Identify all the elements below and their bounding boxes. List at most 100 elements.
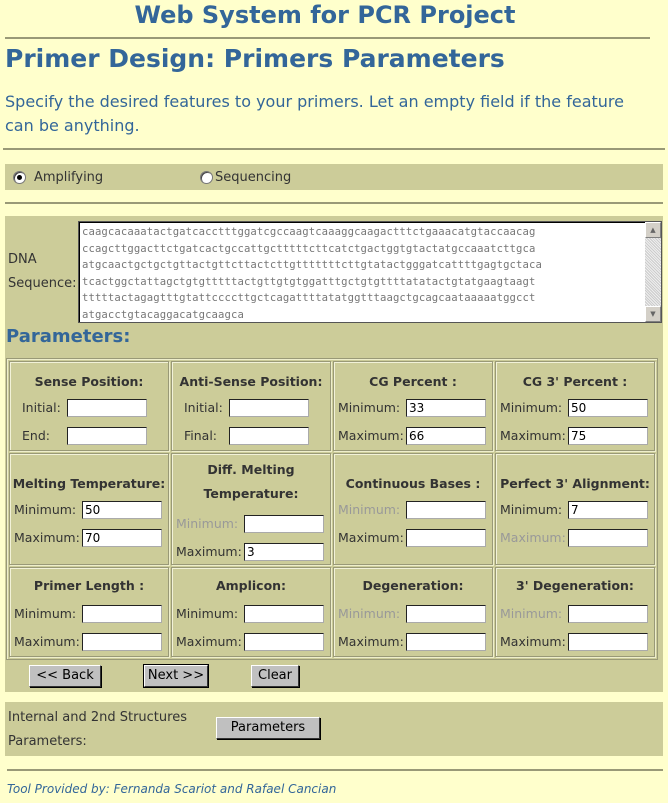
parameters-button[interactable]: Parameters	[216, 717, 320, 739]
amplicon-min-input[interactable]	[244, 605, 324, 623]
dna-sequence-label: DNA Sequence:	[8, 248, 77, 296]
diff-melting-min-input	[244, 515, 324, 533]
primer-length-max-input[interactable]	[82, 633, 162, 651]
3-degeneration-max-input[interactable]	[568, 633, 648, 651]
parameters-grid: Sense Position: Initial: End: Anti-Sense…	[6, 358, 658, 660]
next-button[interactable]: Next >>	[143, 664, 209, 688]
sense-initial-input[interactable]	[67, 399, 147, 417]
radio-amplifying[interactable]: Amplifying	[13, 170, 103, 185]
cell-continuous-bases: Continuous Bases : Minimum: Maximum:	[333, 453, 493, 565]
field-label: Maximum:	[176, 634, 242, 649]
mode-selector	[5, 164, 663, 190]
cell-melting-temperature: Melting Temperature: Minimum: Maximum:	[9, 453, 169, 565]
field-label: Maximum:	[176, 544, 242, 559]
cell-title: Perfect 3' Alignment:	[500, 476, 650, 491]
cg-percent-max-input[interactable]	[406, 427, 486, 445]
cell-diff-melting-temperature: Diff. Melting Temperature: Minimum: Maxi…	[171, 453, 331, 565]
dna-sequence-textarea[interactable]: caagcacaaatactgatcacctttggatcgccaagtcaaa…	[78, 221, 662, 323]
field-label: End:	[22, 428, 50, 443]
radio-sequencing[interactable]: Sequencing	[200, 170, 291, 185]
perfect-alignment-max-input	[568, 529, 648, 547]
cell-title: Sense Position:	[34, 374, 144, 389]
cell-primer-length: Primer Length : Minimum: Maximum:	[9, 567, 169, 657]
field-label: Maximum:	[14, 634, 80, 649]
cell-degeneration: Degeneration: Minimum: Maximum:	[333, 567, 493, 657]
divider	[5, 37, 650, 39]
field-label: Minimum:	[14, 502, 77, 517]
radio-checked-icon[interactable]	[13, 171, 26, 184]
sense-end-input[interactable]	[67, 427, 147, 445]
field-label: Minimum:	[500, 400, 563, 415]
degeneration-max-input[interactable]	[406, 633, 486, 651]
continuous-bases-max-input[interactable]	[406, 529, 486, 547]
clear-button[interactable]: Clear	[251, 665, 299, 687]
intro-text: Specify the desired features to your pri…	[5, 92, 624, 135]
continuous-bases-min-input	[406, 501, 486, 519]
field-label: Minimum:	[338, 606, 401, 621]
cell-title: Continuous Bases :	[345, 476, 481, 491]
field-label: Maximum:	[338, 428, 404, 443]
field-label: Maximum:	[14, 530, 80, 545]
back-button[interactable]: << Back	[29, 665, 101, 687]
primer-length-min-input[interactable]	[82, 605, 162, 623]
scroll-up-icon[interactable]: ▲	[645, 222, 661, 238]
divider	[3, 148, 665, 150]
antisense-initial-input[interactable]	[229, 399, 309, 417]
field-label: Maximum:	[338, 634, 404, 649]
diff-melting-max-input[interactable]	[244, 543, 324, 561]
cell-title: Primer Length :	[33, 578, 145, 593]
perfect-alignment-min-input[interactable]	[568, 501, 648, 519]
cell-title-line1: Diff. Melting	[207, 462, 295, 477]
page-title: Primer Design: Primers Parameters	[5, 44, 505, 73]
field-label: Maximum:	[338, 530, 404, 545]
dna-sequence-text[interactable]: caagcacaaatactgatcacctttggatcgccaagtcaaa…	[82, 224, 642, 322]
cell-title: 3' Degeneration:	[516, 578, 634, 593]
field-label: Maximum:	[500, 530, 566, 545]
field-label: Maximum:	[500, 634, 566, 649]
site-title: Web System for PCR Project	[134, 1, 516, 29]
cg3-percent-min-input[interactable]	[568, 399, 648, 417]
3-degeneration-min-input	[568, 605, 648, 623]
dna-scrollbar[interactable]: ▲ ▼	[645, 222, 661, 322]
field-label: Maximum:	[500, 428, 566, 443]
field-label: Minimum:	[14, 606, 77, 621]
cell-cg3-percent: CG 3' Percent : Minimum: Maximum:	[495, 361, 655, 451]
field-label: Final:	[184, 428, 218, 443]
field-label: Initial:	[184, 400, 223, 415]
field-label: Minimum:	[176, 606, 239, 621]
divider	[7, 769, 663, 771]
cell-3-degeneration: 3' Degeneration: Minimum: Maximum:	[495, 567, 655, 657]
cell-title: Melting Temperature:	[12, 476, 166, 491]
cell-perfect-3-alignment: Perfect 3' Alignment: Minimum: Maximum:	[495, 453, 655, 565]
antisense-final-input[interactable]	[229, 427, 309, 445]
cell-amplicon: Amplicon: Minimum: Maximum:	[171, 567, 331, 657]
field-label: Minimum:	[176, 516, 239, 531]
cell-title: Amplicon:	[215, 578, 287, 593]
cg3-percent-max-input[interactable]	[568, 427, 648, 445]
dna-label-line2: Sequence:	[8, 276, 77, 291]
melting-temp-min-input[interactable]	[82, 501, 162, 519]
degeneration-min-input	[406, 605, 486, 623]
parameters-heading: Parameters:	[6, 326, 131, 347]
internal-label-line1: Internal and 2nd Structures	[8, 710, 187, 725]
cell-title: CG 3' Percent :	[522, 374, 628, 389]
scroll-down-icon[interactable]: ▼	[645, 306, 661, 322]
field-label: Minimum:	[500, 502, 563, 517]
cell-title-line2: Temperature:	[203, 486, 299, 501]
divider	[5, 202, 663, 204]
radio-sequencing-label: Sequencing	[215, 170, 292, 185]
footer-credit: Tool Provided by: Fernanda Scariot and R…	[7, 782, 337, 796]
melting-temp-max-input[interactable]	[82, 529, 162, 547]
internal-structures-label: Internal and 2nd Structures Parameters:	[8, 706, 187, 754]
radio-unchecked-icon[interactable]	[200, 171, 213, 184]
dna-label-line1: DNA	[8, 252, 37, 267]
cell-sense-position: Sense Position: Initial: End:	[9, 361, 169, 451]
cg-percent-min-input[interactable]	[406, 399, 486, 417]
cell-title: CG Percent :	[369, 374, 457, 389]
field-label: Minimum:	[338, 400, 401, 415]
field-label: Minimum:	[500, 606, 563, 621]
cell-title: Degeneration:	[362, 578, 464, 593]
radio-amplifying-label: Amplifying	[34, 170, 104, 185]
amplicon-max-input[interactable]	[244, 633, 324, 651]
cell-antisense-position: Anti-Sense Position: Initial: Final:	[171, 361, 331, 451]
